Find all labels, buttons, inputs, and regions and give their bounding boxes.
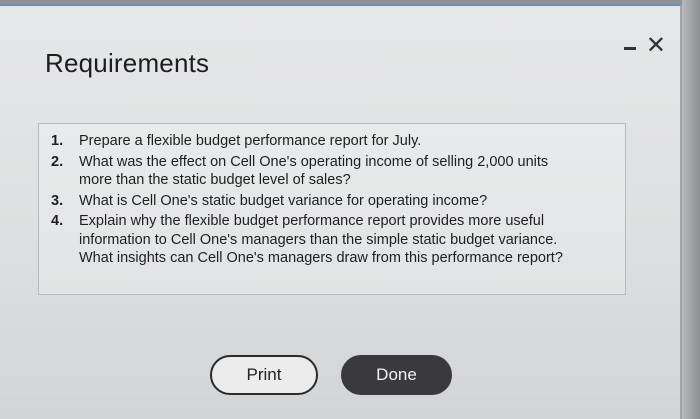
close-icon[interactable]: ✕ bbox=[646, 34, 666, 58]
requirement-number: 2. bbox=[51, 153, 64, 170]
requirement-text: Prepare a flexible budget performance re… bbox=[79, 133, 422, 149]
requirement-number: 1. bbox=[51, 133, 64, 149]
dialog-title: Requirements bbox=[45, 48, 210, 78]
requirement-number: 3. bbox=[51, 192, 64, 209]
requirement-text: Explain why the flexible budget performa… bbox=[79, 213, 563, 266]
requirements-box: 1. Prepare a flexible budget performance… bbox=[38, 123, 626, 295]
print-button[interactable]: Print bbox=[210, 355, 318, 395]
requirements-list: 1. Prepare a flexible budget performance… bbox=[39, 124, 625, 268]
done-button[interactable]: Done bbox=[341, 355, 452, 395]
minimize-icon[interactable] bbox=[623, 46, 636, 50]
requirement-item: 2. What was the effect on Cell One's ope… bbox=[51, 153, 625, 190]
requirement-number: 4. bbox=[51, 213, 64, 229]
requirement-text: What was the effect on Cell One's operat… bbox=[79, 153, 549, 189]
window-controls: ✕ bbox=[623, 34, 666, 58]
requirement-text: What is Cell One's static budget varianc… bbox=[79, 192, 488, 209]
requirements-dialog: Requirements ✕ 1. Prepare a flexible bud… bbox=[0, 4, 682, 419]
requirement-item: 4. Explain why the flexible budget perfo… bbox=[51, 212, 625, 268]
background-edge bbox=[682, 0, 700, 419]
requirement-item: 1. Prepare a flexible budget performance… bbox=[51, 132, 625, 151]
requirement-item: 3. What is Cell One's static budget vari… bbox=[51, 192, 625, 211]
